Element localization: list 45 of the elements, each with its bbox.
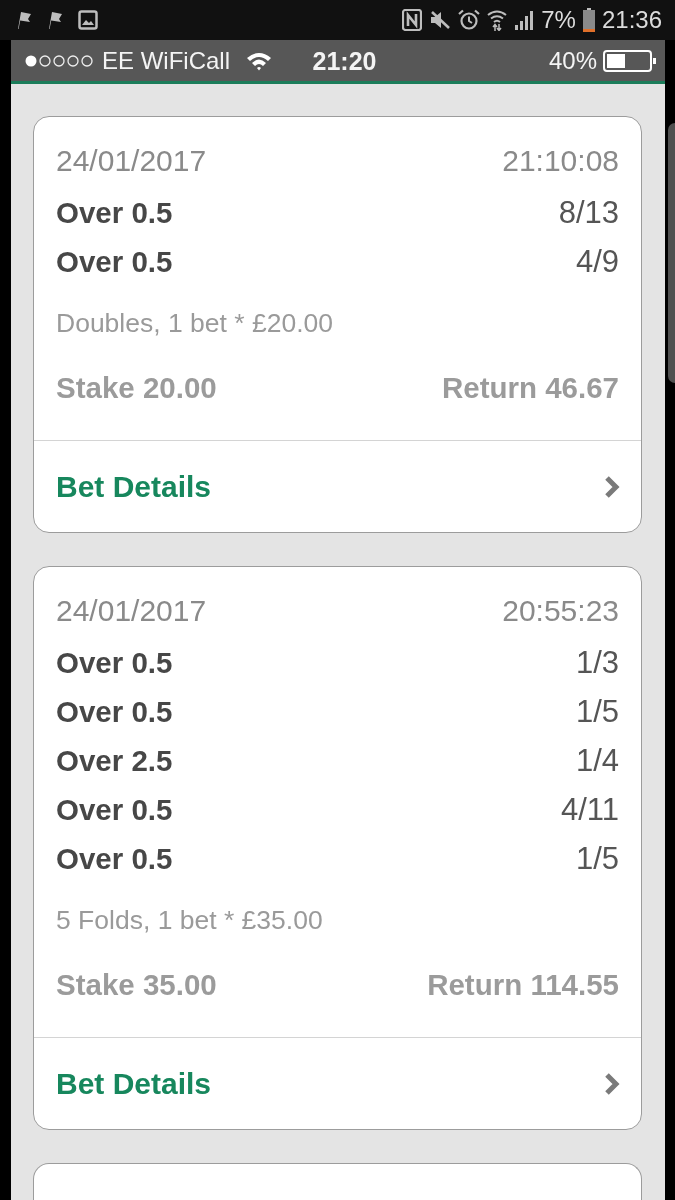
nfc-icon [402, 9, 423, 31]
wifi-icon [487, 9, 508, 31]
selection-market: Over 2.5 [56, 743, 173, 779]
selection-odds: 4/11 [560, 791, 619, 829]
signal-icon [514, 10, 535, 30]
carrier-name: EE WiFiCall [102, 46, 230, 75]
clock-time: 21:36 [601, 6, 662, 34]
selection-market: Over 0.5 [56, 195, 173, 231]
bet-time: 20:55:23 [502, 593, 619, 629]
signal-dots-icon [24, 53, 94, 68]
selection-market: Over 0.5 [56, 694, 173, 730]
selection-market: Over 0.5 [56, 645, 173, 681]
flag-icon [16, 11, 32, 29]
bet-description: 5 Folds, 1 bet * £35.00 [56, 904, 324, 937]
battery-icon [582, 8, 595, 32]
mute-icon [429, 10, 452, 30]
return-amount: Return 114.55 [427, 967, 619, 1003]
bet-time: 21:10:08 [502, 143, 619, 179]
battery-percent: 7% [541, 6, 576, 34]
selection-odds: 1/5 [575, 840, 619, 878]
bet-date: 24/01/2017 [56, 143, 207, 179]
selection-odds: 4/9 [575, 243, 619, 281]
chevron-icon [603, 474, 621, 499]
selection-odds: 1/4 [575, 742, 619, 780]
wifi-icon [246, 50, 272, 71]
bet-details-button[interactable]: Bet Details [34, 441, 641, 532]
image-icon [78, 10, 98, 30]
selection-market: Over 0.5 [56, 792, 173, 828]
selection-market: Over 0.5 [56, 244, 173, 280]
return-amount: Return 46.67 [441, 370, 619, 406]
bet-date: 24/01/2017 [56, 593, 207, 629]
battery-icon [603, 49, 657, 72]
selection-odds: 1/3 [575, 644, 619, 682]
chevron-icon [603, 1071, 621, 1096]
battery-percent: 40% [548, 46, 597, 75]
bet-details-button[interactable]: Bet Details [34, 1038, 641, 1129]
stake-amount: Stake 20.00 [56, 370, 217, 406]
stake-amount: Stake 35.00 [56, 967, 217, 1003]
selection-odds: 8/13 [558, 194, 619, 232]
flag-icon [47, 11, 63, 29]
selection-odds: 1/5 [575, 693, 619, 731]
alarm-clock-icon [458, 9, 481, 31]
selection-market: Over 0.5 [56, 841, 173, 877]
bet-description: Doubles, 1 bet * £20.00 [56, 307, 334, 340]
clock-time: 21:20 [311, 46, 377, 75]
